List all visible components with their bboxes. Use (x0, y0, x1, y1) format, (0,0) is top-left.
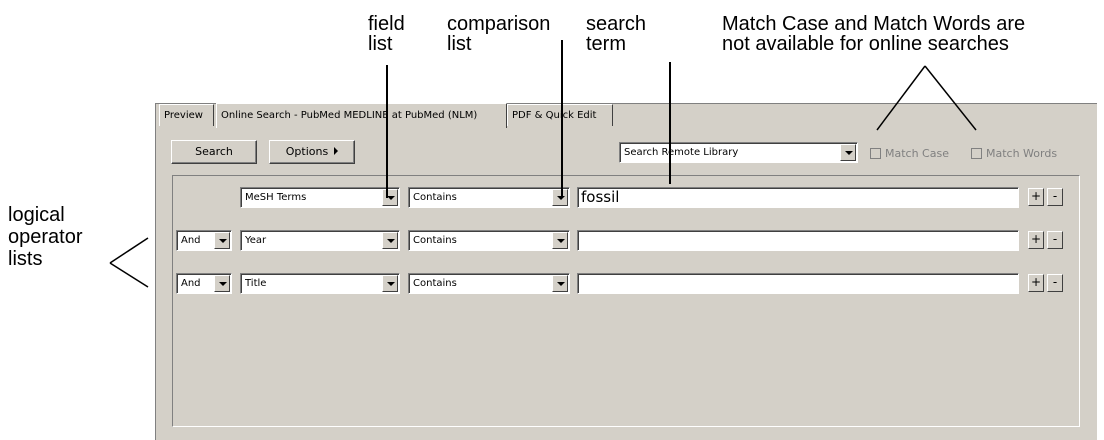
chevron-down-icon[interactable] (214, 275, 230, 292)
annotation-logical-operator-lists: logical operator lists (8, 204, 83, 270)
field-select[interactable]: Year (240, 230, 400, 251)
chevron-down-icon[interactable] (840, 144, 856, 161)
chevron-down-icon[interactable] (382, 232, 398, 249)
search-term-input[interactable] (577, 273, 1019, 294)
comparison-select[interactable]: Contains (408, 273, 570, 294)
add-row-button[interactable]: + (1028, 274, 1044, 292)
remove-row-button[interactable]: - (1047, 231, 1063, 249)
pointer-line-logic-row3 (109, 262, 149, 288)
comparison-select-value: Contains (413, 278, 457, 289)
chevron-down-icon[interactable] (214, 232, 230, 249)
add-row-button[interactable]: + (1028, 231, 1044, 249)
comparison-select-value: Contains (413, 192, 457, 203)
comparison-select-value: Contains (413, 235, 457, 246)
comparison-select[interactable]: Contains (408, 230, 570, 251)
search-criteria-group (172, 175, 1080, 427)
chevron-down-icon[interactable] (552, 232, 568, 249)
tab-pdf-quick-edit[interactable]: PDF & Quick Edit (507, 104, 613, 126)
logical-operator-select[interactable]: And (176, 230, 232, 251)
chevron-down-icon[interactable] (382, 275, 398, 292)
chevron-right-icon (334, 147, 339, 155)
library-select[interactable]: Search Remote Library (619, 142, 858, 163)
field-select-value: Title (245, 278, 267, 289)
checkbox-icon (971, 148, 982, 159)
pointer-line-logic-row2 (109, 237, 149, 264)
tab-preview[interactable]: Preview (159, 104, 214, 126)
remove-row-button[interactable]: - (1047, 188, 1063, 206)
field-select[interactable]: Title (240, 273, 400, 294)
match-words-label: Match Words (986, 147, 1058, 160)
add-row-button[interactable]: + (1028, 188, 1044, 206)
search-button[interactable]: Search (171, 140, 257, 164)
match-case-checkbox[interactable]: Match Case (870, 147, 949, 161)
annotation-field-list: field list (368, 13, 405, 55)
match-case-label: Match Case (885, 147, 949, 160)
match-words-checkbox[interactable]: Match Words (971, 147, 1057, 161)
chevron-down-icon[interactable] (552, 275, 568, 292)
search-term-input[interactable] (577, 230, 1019, 251)
annotation-comparison-list: comparison list (447, 13, 551, 55)
field-select-value: MeSH Terms (245, 192, 307, 203)
field-select-value: Year (245, 235, 267, 246)
logical-operator-select[interactable]: And (176, 273, 232, 294)
remove-row-button[interactable]: - (1047, 274, 1063, 292)
field-select[interactable]: MeSH Terms (240, 187, 400, 208)
tab-online-search[interactable]: Online Search - PubMed MEDLINE at PubMed… (216, 103, 507, 128)
annotation-match-note: Match Case and Match Words are not availa… (722, 13, 1026, 55)
chevron-down-icon[interactable] (552, 189, 568, 206)
checkbox-icon (870, 148, 881, 159)
annotation-search-term: search term (586, 13, 647, 55)
options-label: Options (285, 145, 329, 158)
chevron-down-icon[interactable] (382, 189, 398, 206)
search-term-input[interactable]: fossil (577, 187, 1019, 208)
options-button[interactable]: Options (269, 140, 355, 164)
library-select-value: Search Remote Library (624, 147, 739, 158)
comparison-select[interactable]: Contains (408, 187, 570, 208)
